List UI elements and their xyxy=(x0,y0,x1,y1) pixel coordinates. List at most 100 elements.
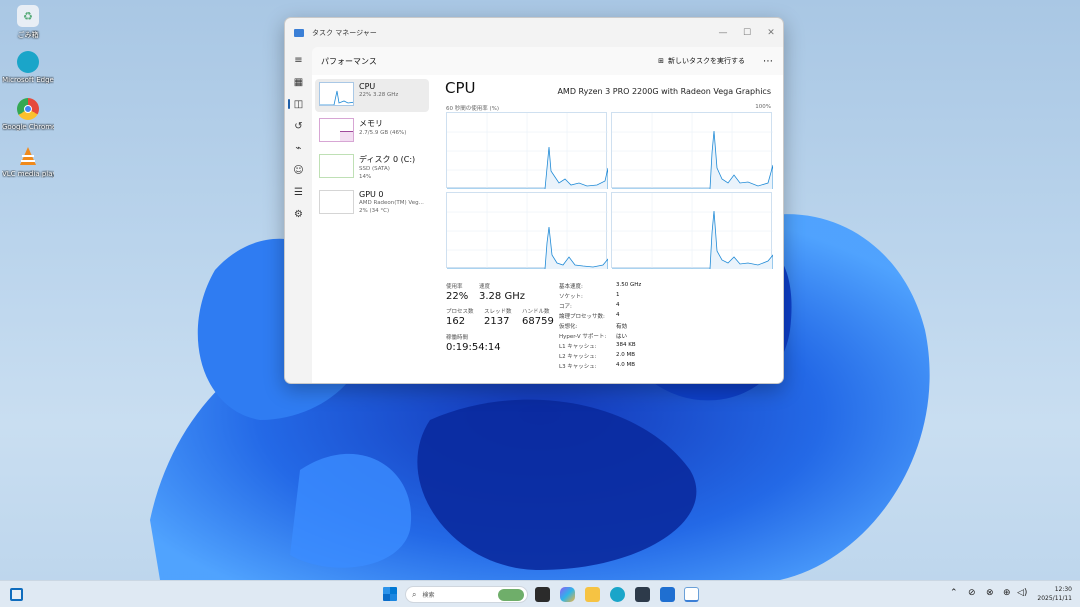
cpu-detail-panel: CPU AMD Ryzen 3 PRO 2200G with Radeon Ve… xyxy=(445,77,774,383)
thread-label: スレッド数 xyxy=(484,309,512,315)
spec-value: はい xyxy=(616,334,628,340)
cpu-core-graphs xyxy=(446,112,774,270)
close-button[interactable]: ✕ xyxy=(759,18,783,47)
processes-icon[interactable]: ▦ xyxy=(285,71,312,93)
chevron-up-icon[interactable]: ⌃ xyxy=(950,588,958,598)
new-task-icon: ⊞ xyxy=(658,57,664,65)
spec-label: ソケット: xyxy=(559,294,583,300)
chrome-icon xyxy=(17,98,39,120)
spec-value: 384 KB xyxy=(616,342,636,348)
disk-thumbnail-graph xyxy=(319,154,354,178)
desktop-icon-label: Google Chrome xyxy=(2,123,54,131)
performance-icon[interactable]: ◫ xyxy=(285,93,312,115)
spec-value: 1 xyxy=(616,292,620,298)
system-clock[interactable]: 12:30 2025/11/11 xyxy=(1037,585,1072,603)
desktop-icon-label: Microsoft Edge xyxy=(2,76,54,84)
search-icon: ⌕ xyxy=(412,589,417,599)
spec-label: 論理プロセッサ数: xyxy=(559,314,605,320)
spec-label: L2 キャッシュ: xyxy=(559,354,597,360)
mail-icon[interactable] xyxy=(660,587,675,602)
speed-value: 3.28 GHz xyxy=(479,291,525,302)
device-name: ディスク 0 (C:) xyxy=(359,155,416,164)
volume-icon[interactable]: ◁) xyxy=(1017,588,1027,598)
core-graph xyxy=(446,192,609,270)
cpu-model: AMD Ryzen 3 PRO 2200G with Radeon Vega G… xyxy=(557,87,771,96)
device-item-gpu[interactable]: GPU 0 AMD Radeon(TM) Veg... 2% (34 °C) xyxy=(315,187,429,220)
desktop-icon-label: ごみ箱 xyxy=(17,31,39,39)
handle-label: ハンドル数 xyxy=(522,309,550,315)
startup-icon[interactable]: ⌁ xyxy=(285,137,312,159)
spec-label: コア: xyxy=(559,304,572,310)
network-off-icon[interactable]: ⊘ xyxy=(968,588,976,598)
task-manager-window: タスク マネージャー — ☐ ✕ ≡ ▦ ◫ ↺ ⌁ ☺ ☰ ⚙ ⚙ パフォーマ… xyxy=(284,17,784,384)
device-detail: AMD Radeon(TM) Veg... xyxy=(359,200,424,206)
desktop-icon-chrome[interactable]: Google Chrome xyxy=(2,98,54,131)
page-title: パフォーマンス xyxy=(321,56,377,66)
device-detail: SSD (SATA) xyxy=(359,166,390,172)
handle-value: 68759 xyxy=(522,316,554,327)
desktop-icon-recycle-bin[interactable]: ♻ ごみ箱 xyxy=(2,5,54,40)
clock-time: 12:30 xyxy=(1054,586,1072,593)
recycle-bin-icon: ♻ xyxy=(17,5,39,27)
more-options-button[interactable]: ⋯ xyxy=(763,56,773,67)
users-icon[interactable]: ☺ xyxy=(285,159,312,181)
title-bar[interactable]: タスク マネージャー — ☐ ✕ xyxy=(285,18,783,47)
device-item-cpu[interactable]: CPU 22% 3.28 GHz xyxy=(315,79,429,112)
speed-label: 速度 xyxy=(479,284,491,290)
device-detail: 2% (34 °C) xyxy=(359,208,390,214)
task-manager-app-icon xyxy=(294,28,304,37)
spec-label: Hyper-V サポート: xyxy=(559,334,607,340)
core-graph xyxy=(611,112,774,190)
desktop-icon-label: VLC media player xyxy=(2,170,54,178)
desktop-icon-vlc[interactable]: VLC media player xyxy=(2,145,54,178)
clock-date: 2025/11/11 xyxy=(1037,595,1072,602)
taskbar-search-box[interactable]: ⌕ 検索 xyxy=(405,586,528,603)
device-name: メモリ xyxy=(359,119,383,128)
cpu-stats: 使用率 22% 速度 3.28 GHz プロセス数 162 スレッド数 2137… xyxy=(446,282,776,382)
maximize-button[interactable]: ☐ xyxy=(735,18,759,47)
core-graph xyxy=(611,192,774,270)
graph-max-label: 100% xyxy=(755,104,771,110)
spec-label: L3 キャッシュ: xyxy=(559,364,597,370)
cpu-title: CPU xyxy=(445,79,476,97)
services-icon[interactable]: ⚙ xyxy=(285,203,312,225)
device-item-memory[interactable]: メモリ 2.7/5.9 GB (46%) xyxy=(315,115,429,148)
core-graph xyxy=(446,112,609,190)
spec-value: 有効 xyxy=(616,324,628,330)
edge-taskbar-icon[interactable] xyxy=(610,587,625,602)
history-icon[interactable]: ↺ xyxy=(285,115,312,137)
desktop-icon-edge[interactable]: Microsoft Edge xyxy=(2,51,54,84)
process-value: 162 xyxy=(446,316,466,327)
notification-badge-icon[interactable]: ⊗ xyxy=(986,588,994,598)
network-icon[interactable]: ⊕ xyxy=(1003,588,1011,598)
minimize-button[interactable]: — xyxy=(711,18,735,47)
edge-icon xyxy=(17,51,39,73)
window-title: タスク マネージャー xyxy=(312,28,377,37)
spec-label: 基本速度: xyxy=(559,284,583,290)
hamburger-icon[interactable]: ≡ xyxy=(285,49,312,71)
device-list: CPU 22% 3.28 GHz メモリ 2.7/5.9 GB (46%) ディ… xyxy=(312,75,432,383)
start-button[interactable] xyxy=(383,587,397,601)
task-view-icon[interactable] xyxy=(535,587,550,602)
file-explorer-icon[interactable] xyxy=(585,587,600,602)
device-name: CPU xyxy=(359,82,376,91)
spec-value: 4 xyxy=(616,302,620,308)
uptime-value: 0:19:54:14 xyxy=(446,342,501,353)
spec-label: 仮想化: xyxy=(559,324,578,330)
spec-label: L1 キャッシュ: xyxy=(559,344,597,350)
search-placeholder: 検索 xyxy=(422,592,435,599)
run-new-task-button[interactable]: ⊞ 新しいタスクを実行する xyxy=(658,56,745,66)
device-detail: 22% 3.28 GHz xyxy=(359,92,399,98)
spec-value: 4.0 MB xyxy=(616,362,636,368)
taskbar: ⌕ 検索 ⌃ ⊘ ⊗ ⊕ ◁) 12:30 2025/11/11 xyxy=(0,580,1080,607)
spec-value: 2.0 MB xyxy=(616,352,636,358)
details-icon[interactable]: ☰ xyxy=(285,181,312,203)
device-item-disk[interactable]: ディスク 0 (C:) SSD (SATA) 14% xyxy=(315,151,429,184)
graph-caption: 60 秒間の使用率 (%) xyxy=(446,106,500,112)
task-manager-taskbar-icon[interactable] xyxy=(684,587,699,602)
store-icon[interactable] xyxy=(635,587,650,602)
copilot-icon[interactable] xyxy=(560,587,575,602)
widgets-icon[interactable] xyxy=(10,588,23,601)
settings-icon[interactable]: ⚙ xyxy=(285,379,312,383)
uptime-label: 稼働時間 xyxy=(446,335,469,341)
